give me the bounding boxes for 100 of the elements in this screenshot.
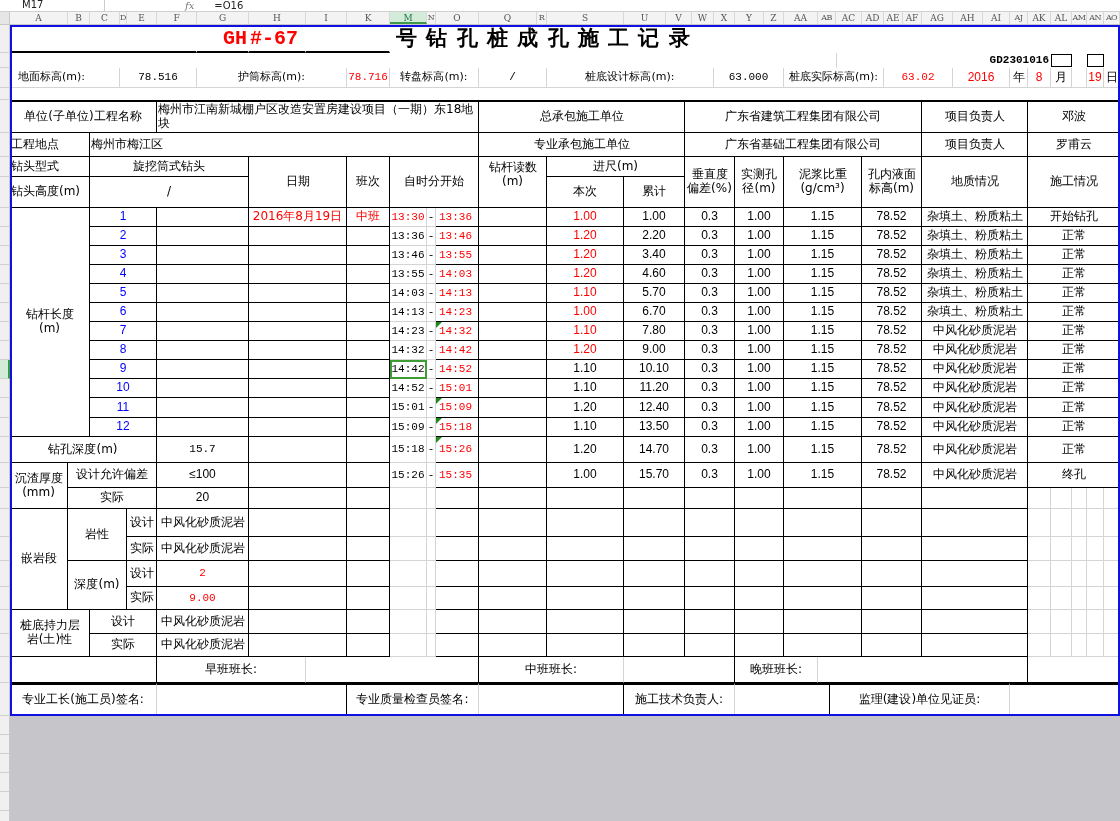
row-header[interactable] bbox=[0, 561, 10, 587]
table-cell bbox=[1087, 488, 1104, 509]
field-value: 15.7 bbox=[157, 437, 249, 463]
column-header[interactable]: R bbox=[537, 12, 547, 24]
row-header[interactable] bbox=[0, 246, 10, 265]
column-header[interactable]: M bbox=[390, 12, 427, 24]
field-value: 旋挖筒式钻头 bbox=[90, 157, 249, 177]
column-header[interactable]: AM bbox=[1072, 12, 1087, 24]
column-header[interactable]: I bbox=[306, 12, 347, 24]
formula-field[interactable]: =O16 bbox=[214, 1, 1120, 11]
table-cell: 7 bbox=[90, 322, 157, 341]
column-header[interactable]: X bbox=[714, 12, 735, 24]
dash: - bbox=[427, 284, 436, 303]
row-header[interactable] bbox=[0, 657, 10, 683]
table-cell bbox=[347, 265, 390, 284]
column-title: 垂直度偏差(%) bbox=[685, 157, 735, 208]
row-header[interactable] bbox=[0, 177, 10, 208]
table-cell: 0.3 bbox=[685, 303, 735, 322]
function-label[interactable]: fx bbox=[185, 1, 195, 11]
row-header[interactable] bbox=[0, 68, 10, 88]
select-all-corner[interactable] bbox=[0, 12, 10, 24]
row-header[interactable] bbox=[0, 88, 10, 100]
column-header[interactable]: B bbox=[68, 12, 90, 24]
column-header[interactable]: H bbox=[249, 12, 306, 24]
row-header[interactable] bbox=[0, 418, 10, 437]
column-header[interactable]: AO bbox=[1104, 12, 1120, 24]
row-header[interactable] bbox=[0, 322, 10, 341]
table-cell bbox=[436, 509, 479, 537]
row-header[interactable] bbox=[0, 284, 10, 303]
table-cell bbox=[1028, 488, 1051, 509]
table-cell: 正常 bbox=[1028, 418, 1120, 437]
table-cell bbox=[479, 360, 547, 379]
column-header[interactable]: E bbox=[127, 12, 157, 24]
column-header[interactable]: W bbox=[692, 12, 714, 24]
row-header[interactable] bbox=[0, 133, 10, 157]
row-header[interactable] bbox=[0, 53, 10, 68]
row-header[interactable] bbox=[0, 379, 10, 398]
row-header[interactable] bbox=[0, 303, 10, 322]
table-cell bbox=[479, 265, 547, 284]
row-header[interactable] bbox=[0, 341, 10, 360]
row-header[interactable] bbox=[0, 157, 10, 177]
row-header[interactable] bbox=[0, 537, 10, 561]
table-cell bbox=[427, 488, 436, 509]
row-header[interactable] bbox=[0, 463, 10, 488]
row-header[interactable] bbox=[0, 610, 10, 634]
row-header[interactable] bbox=[0, 265, 10, 284]
column-header[interactable]: AF bbox=[903, 12, 922, 24]
column-header[interactable]: AB bbox=[818, 12, 836, 24]
table-cell bbox=[347, 227, 390, 246]
column-header[interactable]: A bbox=[10, 12, 68, 24]
table-cell bbox=[479, 634, 547, 657]
column-header[interactable]: AL bbox=[1051, 12, 1072, 24]
field-value: 78.716 bbox=[347, 68, 390, 88]
column-header[interactable]: O bbox=[436, 12, 479, 24]
column-header[interactable]: U bbox=[624, 12, 666, 24]
row-header[interactable] bbox=[0, 208, 10, 227]
table-cell: 正常 bbox=[1028, 341, 1120, 360]
column-header[interactable]: Z bbox=[764, 12, 784, 24]
row-header[interactable] bbox=[0, 587, 10, 610]
row-header[interactable] bbox=[0, 360, 10, 379]
row-header[interactable] bbox=[0, 683, 10, 716]
row-header[interactable] bbox=[0, 509, 10, 537]
column-header[interactable]: Y bbox=[735, 12, 764, 24]
table-cell: 1.00 bbox=[735, 246, 784, 265]
row-header[interactable] bbox=[0, 634, 10, 657]
row-header[interactable] bbox=[0, 227, 10, 246]
row-header[interactable] bbox=[0, 398, 10, 418]
column-header[interactable]: D bbox=[120, 12, 127, 24]
column-header[interactable]: V bbox=[666, 12, 692, 24]
column-header[interactable]: AH bbox=[953, 12, 983, 24]
column-header[interactable]: AE bbox=[884, 12, 903, 24]
table-cell: 1.00 bbox=[735, 208, 784, 227]
column-header[interactable]: AC bbox=[836, 12, 862, 24]
column-header[interactable]: S bbox=[547, 12, 624, 24]
column-header[interactable]: AJ bbox=[1010, 12, 1028, 24]
table-cell: 1.00 bbox=[735, 265, 784, 284]
column-header[interactable]: AK bbox=[1028, 12, 1051, 24]
column-header[interactable]: AI bbox=[983, 12, 1010, 24]
row-header[interactable] bbox=[0, 437, 10, 463]
column-header[interactable]: F bbox=[157, 12, 197, 24]
row-header[interactable] bbox=[0, 488, 10, 509]
table-cell: 5 bbox=[90, 284, 157, 303]
row-header[interactable] bbox=[0, 25, 10, 53]
row-header[interactable] bbox=[0, 100, 10, 133]
table-cell bbox=[624, 509, 685, 537]
table-cell: 中风化砂质泥岩 bbox=[922, 341, 1028, 360]
column-header[interactable]: N bbox=[427, 12, 436, 24]
column-title: 累计 bbox=[624, 177, 685, 208]
table-cell bbox=[427, 537, 436, 561]
table-cell: 1.10 bbox=[547, 360, 624, 379]
field-value: 20 bbox=[157, 488, 249, 509]
column-header[interactable]: C bbox=[90, 12, 120, 24]
column-header[interactable]: AN bbox=[1087, 12, 1104, 24]
table-cell: 正常 bbox=[1028, 284, 1120, 303]
column-header[interactable]: AA bbox=[784, 12, 818, 24]
column-header[interactable]: AG bbox=[922, 12, 953, 24]
table-cell: 1.15 bbox=[784, 463, 862, 488]
column-header[interactable]: AD bbox=[862, 12, 884, 24]
column-header[interactable]: Q bbox=[479, 12, 537, 24]
column-header[interactable]: G bbox=[197, 12, 249, 24]
